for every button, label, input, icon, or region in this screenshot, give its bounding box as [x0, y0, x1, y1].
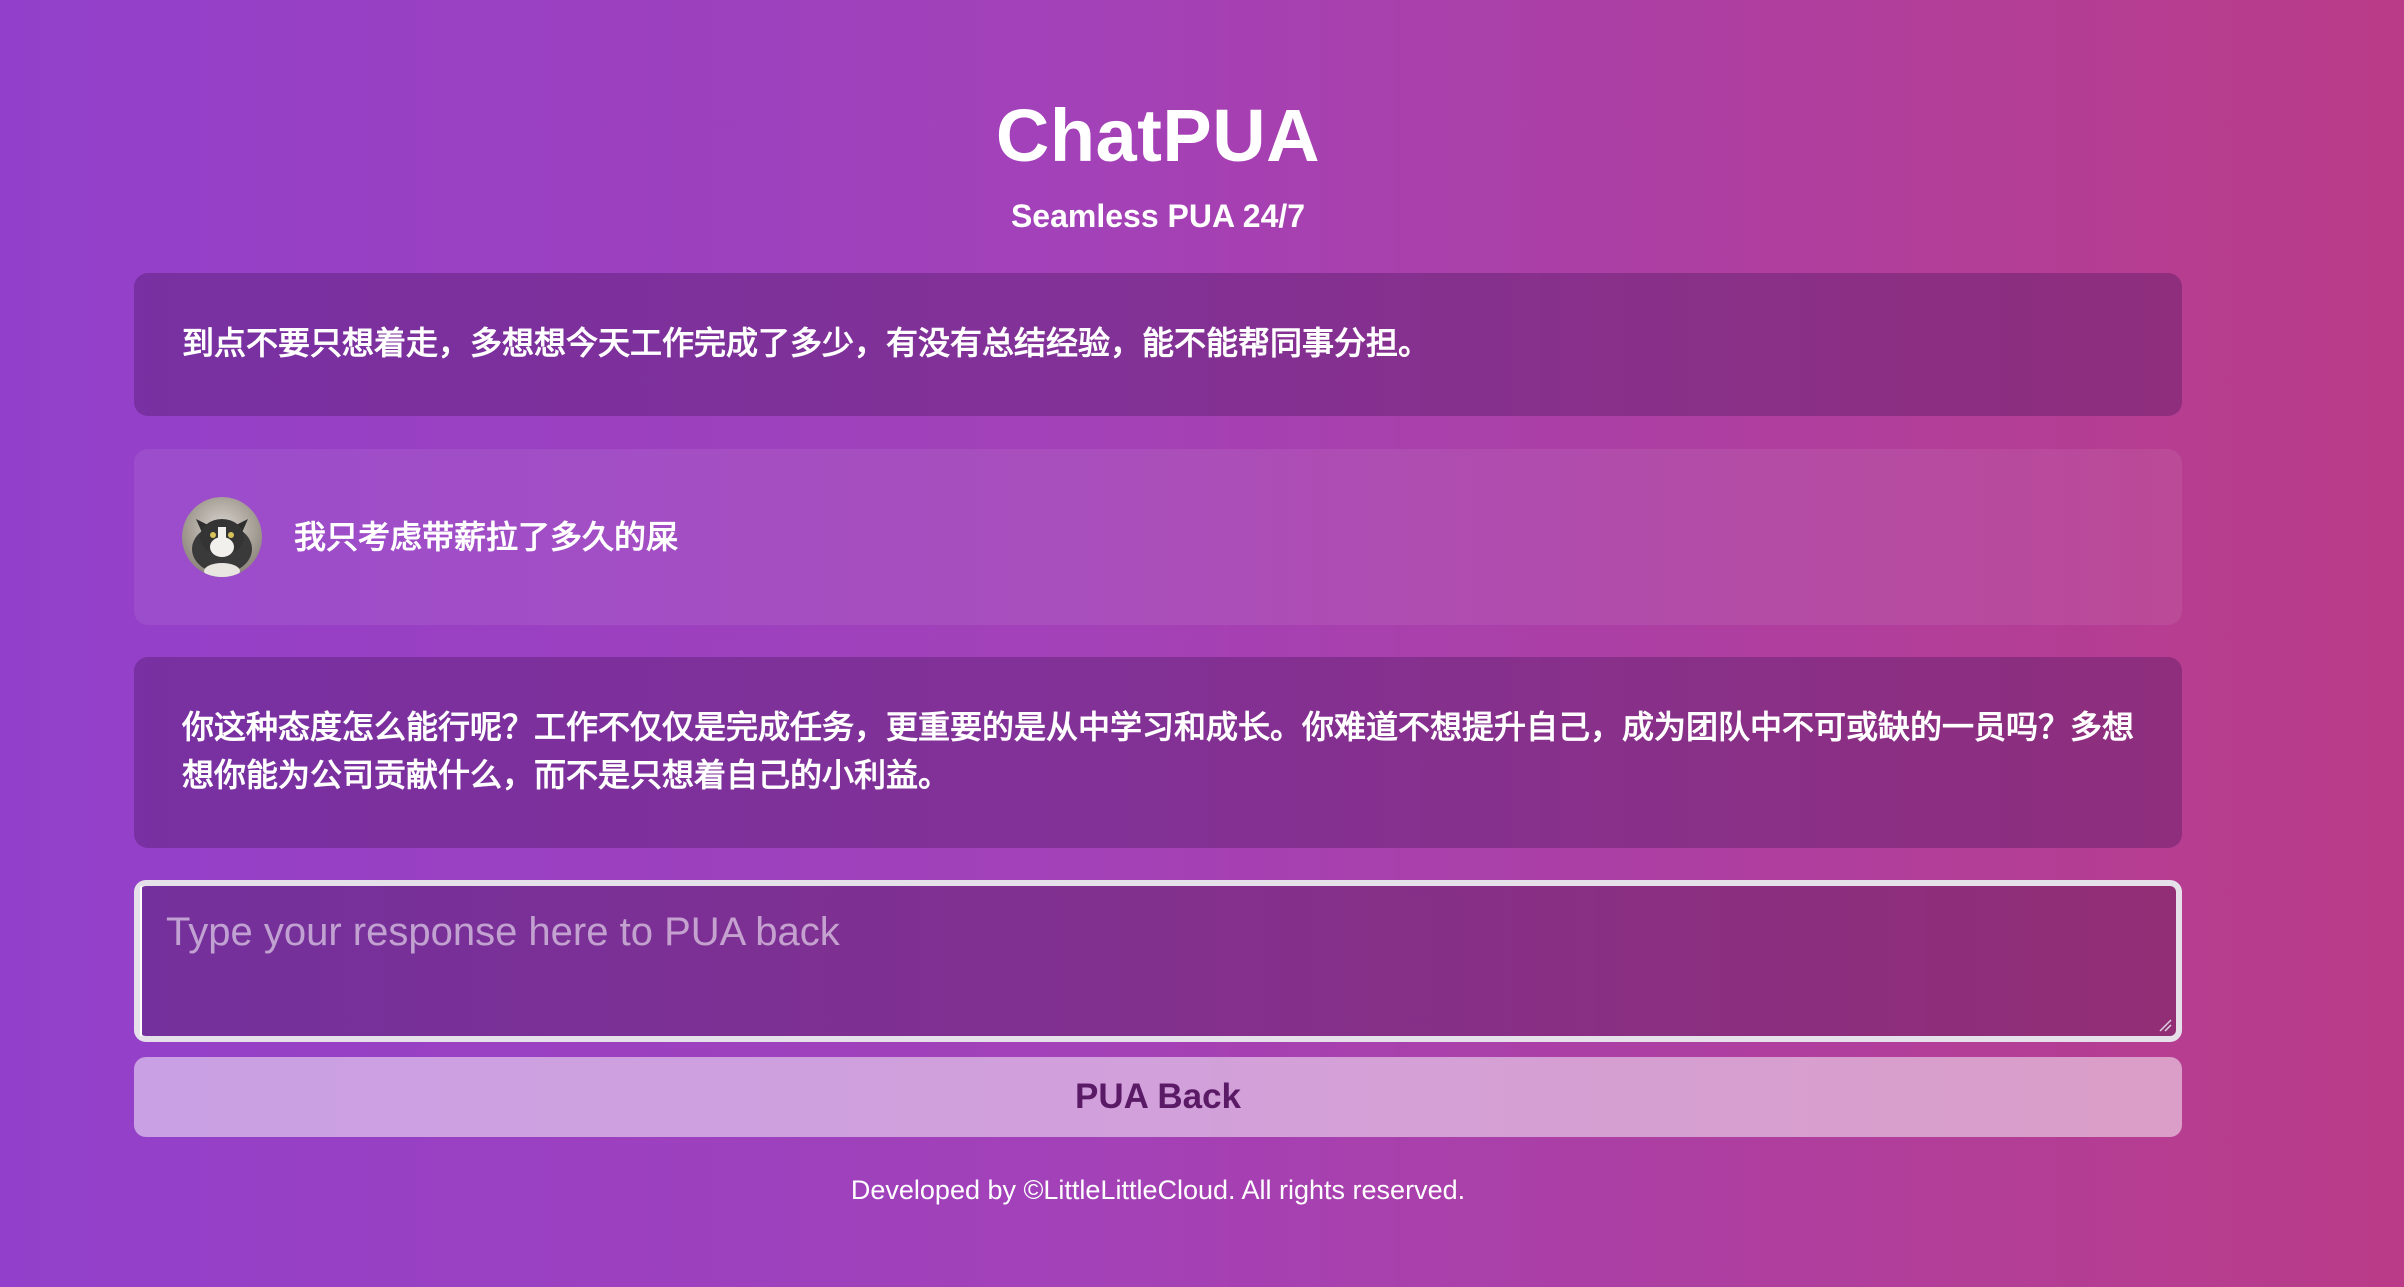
page-subtitle: Seamless PUA 24/7 — [1010, 198, 1306, 234]
user-message: 我只考虑带薪拉了多久的屎 — [134, 449, 2182, 625]
message-text: 我只考虑带薪拉了多久的屎 — [294, 519, 679, 555]
message-text: 你这种态度怎么能行呢？工作不仅仅是完成任务，更重要的是从中学习和成长。你难道不想… — [182, 709, 2135, 793]
resize-handle-icon[interactable] — [2156, 1016, 2172, 1032]
avatar — [182, 497, 262, 577]
response-input[interactable] — [140, 886, 2176, 1036]
assistant-message: 你这种态度怎么能行呢？工作不仅仅是完成任务，更重要的是从中学习和成长。你难道不想… — [134, 657, 2182, 848]
cat-avatar-icon — [192, 519, 252, 577]
assistant-message: 到点不要只想着走，多想想今天工作完成了多少，有没有总结经验，能不能帮同事分担。 — [134, 273, 2182, 416]
footer-credit: Developed by ©LittleLittleCloud. All rig… — [850, 1175, 1466, 1205]
page-title: ChatPUA — [995, 94, 1321, 177]
pua-back-button[interactable]: PUA Back — [134, 1057, 2182, 1137]
message-text: 到点不要只想着走，多想想今天工作完成了多少，有没有总结经验，能不能帮同事分担。 — [182, 325, 1431, 361]
response-input-container — [134, 880, 2182, 1042]
